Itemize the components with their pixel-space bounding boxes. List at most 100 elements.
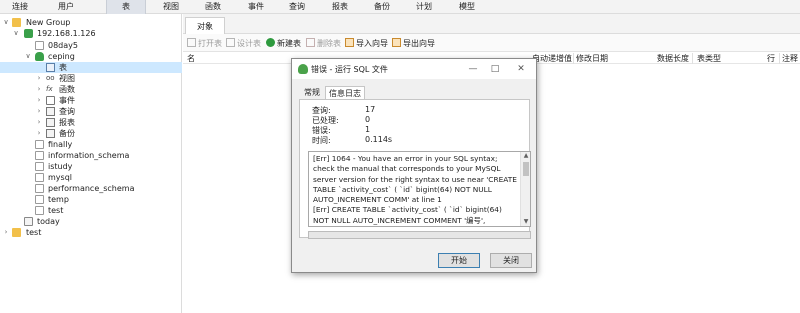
tab-general[interactable]: 常规 <box>300 86 324 99</box>
backup-icon <box>46 129 55 138</box>
time-value: 0.114s <box>365 135 393 144</box>
database-icon <box>35 195 44 204</box>
database-icon <box>35 151 44 160</box>
tree-item-connection[interactable]: ∨ 192.168.1.126 <box>0 28 182 39</box>
chevron-down-icon[interactable]: ∨ <box>24 51 32 62</box>
scroll-up-icon[interactable]: ▲ <box>521 152 530 159</box>
tree-item-queries[interactable]: › 查询 <box>0 106 182 117</box>
chevron-right-icon[interactable]: › <box>2 227 10 238</box>
dialog-titlebar[interactable]: 错误 - 运行 SQL 文件 — □ ✕ <box>292 59 536 79</box>
start-button[interactable]: 开始 <box>438 253 480 268</box>
column-table-type[interactable]: 表类型 <box>697 53 721 64</box>
tree-item-views[interactable]: › oo 视图 <box>0 73 182 84</box>
tree-item-group-test[interactable]: › test <box>0 227 182 238</box>
import-wizard-button[interactable]: 导入向导 <box>345 37 388 50</box>
log-textarea[interactable]: [Err] 1064 - You have an error in your S… <box>308 151 531 227</box>
chevron-right-icon[interactable]: › <box>35 106 43 117</box>
scroll-down-icon[interactable]: ▼ <box>521 218 530 225</box>
main-toolbar: 连接 用户 表 视图 函数 事件 查询 报表 备份 计划 模型 <box>0 0 800 14</box>
column-modified-date[interactable]: 修改日期 <box>576 53 608 64</box>
export-wizard-button[interactable]: 导出向导 <box>392 37 435 50</box>
database-icon <box>35 184 44 193</box>
tree-item-database[interactable]: istudy <box>0 161 182 172</box>
chevron-right-icon[interactable]: › <box>35 73 43 84</box>
tree-item-events[interactable]: › 事件 <box>0 95 182 106</box>
database-open-icon <box>35 52 44 61</box>
tree-item-database[interactable]: 08day5 <box>0 40 182 51</box>
tree-item-database[interactable]: test <box>0 205 182 216</box>
tab-info-log[interactable]: 信息日志 <box>325 86 365 99</box>
tree-item-connection-today[interactable]: today <box>0 216 182 227</box>
chevron-right-icon[interactable]: › <box>35 128 43 139</box>
delete-table-button[interactable]: 删除表 <box>306 37 341 50</box>
function-icon: fx <box>46 85 53 93</box>
errors-value: 1 <box>365 125 371 134</box>
toolbar-query-button[interactable]: 查询 <box>281 0 313 14</box>
connection-icon <box>24 217 33 226</box>
tree-item-database[interactable]: performance_schema <box>0 183 182 194</box>
column-comment[interactable]: 注释 <box>782 53 798 64</box>
tree-item-new-group[interactable]: ∨ New Group <box>0 17 182 28</box>
close-icon[interactable]: ✕ <box>514 63 528 75</box>
report-icon <box>46 118 55 127</box>
open-table-icon <box>187 38 196 47</box>
tree-item-database-open[interactable]: ∨ ceping <box>0 51 182 62</box>
toolbar-report-button[interactable]: 报表 <box>324 0 356 14</box>
minimize-icon[interactable]: — <box>466 63 480 75</box>
new-table-icon <box>266 38 275 47</box>
navicat-app-icon <box>298 64 308 74</box>
delete-table-icon <box>306 38 315 47</box>
database-icon <box>35 173 44 182</box>
view-icon: oo <box>46 74 55 82</box>
new-table-button[interactable]: 新建表 <box>266 37 301 50</box>
database-icon <box>35 162 44 171</box>
log-scrollbar[interactable]: ▲ ▼ <box>520 152 530 226</box>
open-table-button[interactable]: 打开表 <box>187 37 222 50</box>
progress-bar <box>308 231 531 239</box>
toolbar-connect-button[interactable]: 连接 <box>4 0 36 14</box>
queries-value: 17 <box>365 105 376 114</box>
toolbar-event-button[interactable]: 事件 <box>240 0 272 14</box>
chevron-right-icon[interactable]: › <box>35 84 43 95</box>
maximize-icon[interactable]: □ <box>488 63 502 75</box>
toolbar-model-button[interactable]: 模型 <box>451 0 483 14</box>
tab-objects[interactable]: 对象 <box>185 17 225 34</box>
tree-item-functions[interactable]: › fx 函数 <box>0 84 182 95</box>
close-button[interactable]: 关闭 <box>490 253 532 268</box>
toolbar-user-button[interactable]: 用户 <box>50 0 82 14</box>
database-icon <box>35 140 44 149</box>
toolbar-view-button[interactable]: 视图 <box>155 0 187 14</box>
column-rows[interactable]: 行 <box>767 53 775 64</box>
tree-item-database[interactable]: finally <box>0 139 182 150</box>
chevron-down-icon[interactable]: ∨ <box>12 28 20 39</box>
toolbar-function-button[interactable]: 函数 <box>197 0 229 14</box>
folder-icon <box>12 18 21 27</box>
toolbar-schedule-button[interactable]: 计划 <box>408 0 440 14</box>
chevron-right-icon[interactable]: › <box>35 95 43 106</box>
tree-item-database[interactable]: information_schema <box>0 150 182 161</box>
database-icon <box>35 41 44 50</box>
column-auto-increment[interactable]: 自动递增值 <box>532 53 572 64</box>
toolbar-table-button[interactable]: 表 <box>106 0 146 14</box>
tree-item-reports[interactable]: › 报表 <box>0 117 182 128</box>
column-separator <box>779 53 780 64</box>
mysql-connection-icon <box>24 29 33 38</box>
chevron-right-icon[interactable]: › <box>35 117 43 128</box>
toolbar-backup-button[interactable]: 备份 <box>366 0 398 14</box>
export-icon <box>392 38 401 47</box>
tree-item-database[interactable]: temp <box>0 194 182 205</box>
design-table-icon <box>226 38 235 47</box>
dialog-title: 错误 - 运行 SQL 文件 <box>311 65 388 74</box>
tree-item-backups[interactable]: › 备份 <box>0 128 182 139</box>
tree-item-tables[interactable]: 表 <box>0 62 182 73</box>
column-data-length[interactable]: 数据长度 <box>657 53 689 64</box>
column-separator <box>692 53 693 64</box>
scroll-thumb[interactable] <box>523 162 529 176</box>
chevron-down-icon[interactable]: ∨ <box>2 17 10 28</box>
import-icon <box>345 38 354 47</box>
tree-item-database[interactable]: mysql <box>0 172 182 183</box>
column-name[interactable]: 名 <box>187 53 195 64</box>
query-icon <box>46 107 55 116</box>
error-dialog: 错误 - 运行 SQL 文件 — □ ✕ 常规 信息日志 查询: 17 已处理:… <box>291 58 537 273</box>
design-table-button[interactable]: 设计表 <box>226 37 261 50</box>
